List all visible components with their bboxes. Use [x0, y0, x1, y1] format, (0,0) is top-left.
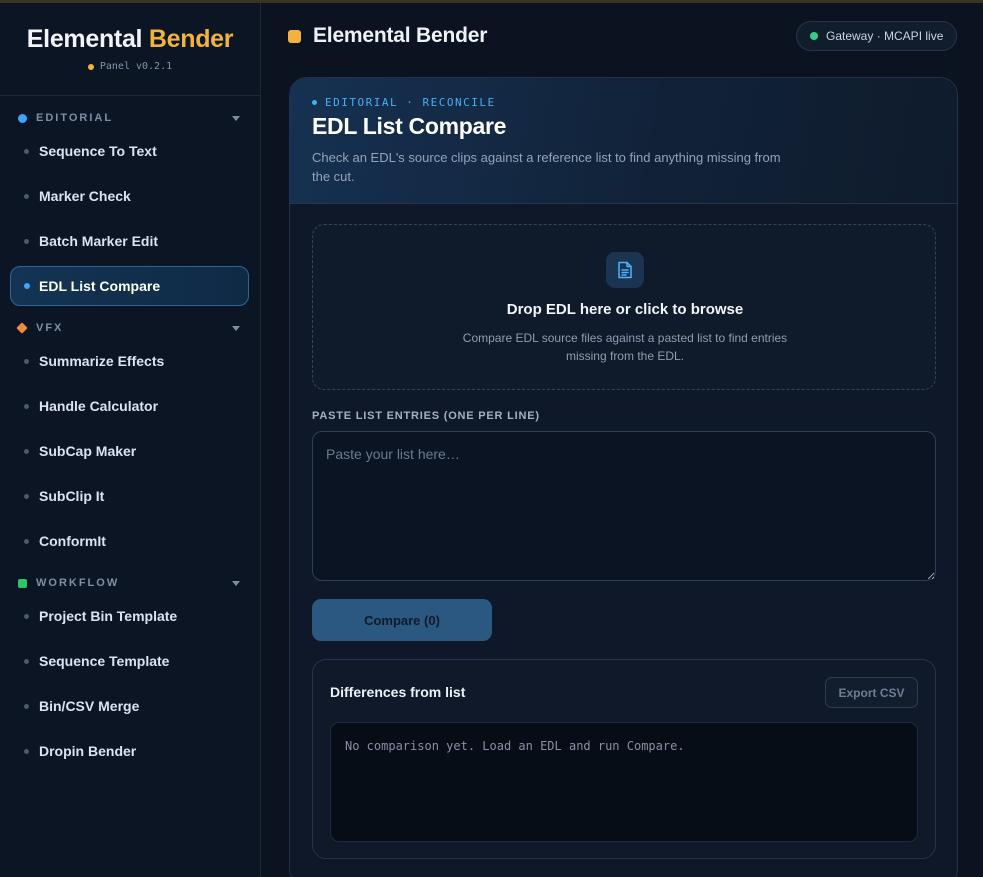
results-card: Differences from list Export CSV No comp…: [312, 659, 936, 859]
brand-title: Elemental Bender: [26, 25, 234, 53]
section-vfx[interactable]: VFX: [0, 318, 261, 338]
bullet-icon: [24, 493, 29, 499]
bullet-icon: [24, 283, 30, 289]
compare-button[interactable]: Compare (0): [312, 599, 492, 641]
sidebar-item-label: Dropin Bender: [39, 743, 137, 759]
panel-description: Check an EDL's source clips against a re…: [312, 150, 781, 184]
header-logo-icon: [288, 30, 301, 43]
status-dot-icon: [810, 32, 818, 40]
sidebar: Elemental Bender Panel v0.2.1 EDITORIAL …: [0, 3, 261, 877]
sidebar-item-label: Marker Check: [39, 188, 131, 204]
version-dot-icon: [87, 63, 94, 70]
bullet-icon: [24, 538, 29, 544]
sidebar-item-label: Project Bin Template: [39, 608, 178, 624]
panel-title: EDL List Compare: [312, 113, 507, 139]
vfx-diamond-icon: [16, 322, 28, 334]
panel-kicker: EDITORIAL · RECONCILE: [312, 96, 496, 109]
section-editorial[interactable]: EDITORIAL: [0, 108, 261, 128]
sidebar-item-dropin-bender[interactable]: Dropin Bender: [10, 731, 249, 771]
bullet-icon: [24, 658, 29, 664]
sidebar-item-label: Sequence Template: [39, 653, 170, 669]
results-title: Differences from list: [330, 684, 466, 700]
bullet-icon: [24, 613, 29, 619]
bullet-icon: [24, 703, 29, 709]
section-vfx-label: VFX: [36, 322, 64, 334]
sidebar-item-label: ConformIt: [39, 533, 106, 549]
section-editorial-label: EDITORIAL: [36, 112, 114, 124]
export-csv-button[interactable]: Export CSV: [825, 677, 918, 708]
dropzone-description: Compare EDL source files against a paste…: [462, 331, 788, 363]
list-entries-label: PASTE LIST ENTRIES (ONE PER LINE): [312, 410, 540, 422]
chevron-down-icon[interactable]: [232, 580, 240, 586]
sidebar-item-batch-marker-edit[interactable]: Batch Marker Edit: [10, 221, 249, 261]
bullet-icon: [24, 448, 29, 454]
bullet-icon: [24, 358, 29, 364]
brand-version: Panel v0.2.1: [0, 61, 260, 72]
gateway-status-text: Gateway · MCAPI live: [826, 29, 944, 43]
chevron-down-icon[interactable]: [232, 115, 240, 121]
brand-block: Elemental Bender Panel v0.2.1: [0, 3, 260, 96]
dropzone-title: Drop EDL here or click to browse: [506, 301, 744, 318]
section-workflow[interactable]: WORKFLOW: [0, 573, 261, 593]
bullet-icon: [24, 193, 29, 199]
editorial-dot-icon: [18, 113, 27, 123]
section-workflow-label: WORKFLOW: [36, 577, 120, 589]
sidebar-item-label: Sequence To Text: [39, 143, 157, 159]
bullet-icon: [24, 748, 29, 754]
bullet-icon: [24, 403, 29, 409]
sidebar-item-marker-check[interactable]: Marker Check: [10, 176, 249, 216]
sidebar-item-handle-calculator[interactable]: Handle Calculator: [10, 386, 249, 426]
sidebar-item-label: EDL List Compare: [39, 278, 161, 294]
sidebar-item-label: Batch Marker Edit: [39, 233, 159, 249]
edl-dropzone[interactable]: Drop EDL here or click to browse Compare…: [312, 224, 936, 390]
sidebar-item-label: Summarize Effects: [39, 353, 165, 369]
results-output: No comparison yet. Load an EDL and run C…: [330, 722, 918, 842]
bullet-icon: [24, 238, 29, 244]
sidebar-item-project-bin-template[interactable]: Project Bin Template: [10, 596, 249, 636]
sidebar-item-sequence-to-text[interactable]: Sequence To Text: [10, 131, 249, 171]
sidebar-item-subclip-it[interactable]: SubClip It: [10, 476, 249, 516]
chevron-down-icon[interactable]: [232, 325, 240, 331]
sidebar-item-subcap-maker[interactable]: SubCap Maker: [10, 431, 249, 471]
sidebar-item-conformit[interactable]: ConformIt: [10, 521, 249, 561]
panel-header: EDITORIAL · RECONCILE EDL List Compare C…: [290, 78, 957, 204]
document-icon: [606, 252, 644, 288]
sidebar-item-label: Bin/CSV Merge: [39, 698, 140, 714]
sidebar-item-label: SubClip It: [39, 488, 105, 504]
sidebar-item-label: Handle Calculator: [39, 398, 159, 414]
edl-compare-panel: EDITORIAL · RECONCILE EDL List Compare C…: [289, 77, 958, 877]
kicker-dot-icon: [312, 100, 317, 105]
page-title: Elemental Bender: [313, 24, 488, 47]
sidebar-item-edl-list-compare[interactable]: EDL List Compare: [10, 266, 249, 306]
sidebar-item-label: SubCap Maker: [39, 443, 137, 459]
list-entries-input[interactable]: [312, 431, 936, 581]
sidebar-item-bin-csv-merge[interactable]: Bin/CSV Merge: [10, 686, 249, 726]
bullet-icon: [24, 148, 29, 154]
sidebar-item-sequence-template[interactable]: Sequence Template: [10, 641, 249, 681]
workflow-square-icon: [18, 578, 27, 588]
sidebar-item-summarize-effects[interactable]: Summarize Effects: [10, 341, 249, 381]
gateway-status-badge: Gateway · MCAPI live: [796, 21, 957, 51]
